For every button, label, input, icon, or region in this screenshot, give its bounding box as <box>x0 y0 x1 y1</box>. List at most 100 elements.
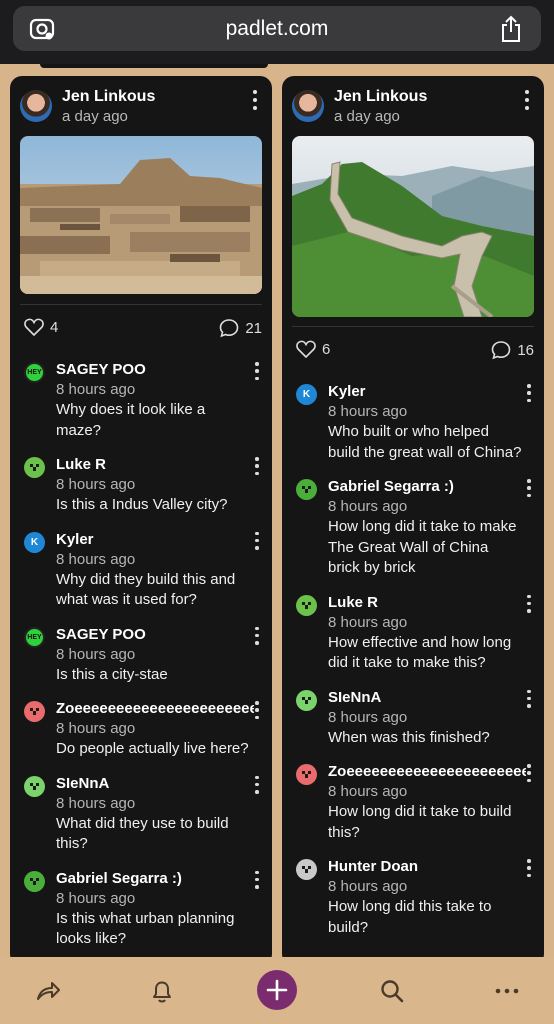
comment-item[interactable]: HEY SAGEY POO 8 hours ago Why does it look … <box>24 360 264 441</box>
commenter-avatar[interactable] <box>24 870 45 892</box>
comment-time: 8 hours ago <box>56 889 136 907</box>
address-bar[interactable]: padlet.com <box>13 6 541 51</box>
divider <box>20 304 262 305</box>
commenter-avatar[interactable]: K <box>24 531 45 553</box>
comment-text: When was this finished? <box>328 728 490 746</box>
share-icon[interactable] <box>34 977 62 1005</box>
comment-item[interactable]: Hunter Doan 8 hours ago How long did this … <box>296 857 536 938</box>
avatar[interactable] <box>292 90 324 122</box>
comment-text: Why does it look like a maze? <box>56 401 206 439</box>
commenter-name[interactable]: Zoeeeeeeeeeeeeeeeeeeeeee <box>328 762 526 782</box>
commenter-avatar[interactable]: K <box>296 384 317 405</box>
post-image-ruins[interactable] <box>20 136 262 294</box>
commenter-name[interactable]: SIeNnA <box>328 688 526 708</box>
comment-text: How long did it take to make The Great W… <box>328 518 517 576</box>
like-button[interactable]: 6 <box>296 340 330 358</box>
comment-menu-icon[interactable] <box>252 626 262 645</box>
comment-text: Who built or who helped build the great … <box>328 423 522 461</box>
comment-text: Do people actually live here? <box>56 740 249 757</box>
comment-text: Why did they build this and what was it … <box>56 570 236 609</box>
commenter-name[interactable]: Luke R <box>56 455 254 475</box>
more-icon[interactable] <box>493 977 521 1005</box>
comment-item[interactable]: Zoeeeeeeeeeeeeeeeeeeeeee 8 hours ago How l… <box>296 762 536 843</box>
commenter-name[interactable]: Gabriel Segarra :) <box>56 869 254 889</box>
comment-menu-icon[interactable] <box>524 859 534 877</box>
comment-item[interactable]: K Kyler 8 hours ago Why did they build this… <box>24 530 264 611</box>
comment-time: 8 hours ago <box>328 613 408 631</box>
commenter-avatar[interactable]: HEY <box>24 626 45 648</box>
post-card[interactable]: Jen Linkous a day ago 6 16 K Kyler 8 hou… <box>282 76 544 966</box>
comment-text: How long did it take to build this? <box>328 803 512 841</box>
comment-button[interactable]: 16 <box>491 340 534 360</box>
comment-time: 8 hours ago <box>328 708 408 726</box>
post-menu-icon[interactable] <box>520 88 534 112</box>
search-icon[interactable] <box>378 977 406 1005</box>
post-image-great-wall[interactable] <box>292 136 534 317</box>
share-icon[interactable] <box>499 15 523 43</box>
comment-menu-icon[interactable] <box>252 775 262 794</box>
bottom-toolbar <box>0 957 554 1024</box>
post-time: a day ago <box>62 108 128 125</box>
commenter-name[interactable]: Luke R <box>328 593 526 613</box>
post-author[interactable]: Jen Linkous <box>62 88 155 106</box>
comment-button[interactable]: 21 <box>219 318 262 338</box>
commenter-name[interactable]: Kyler <box>56 530 254 550</box>
comment-text: How long did this take to build? <box>328 898 492 936</box>
comment-item[interactable]: Luke R8 hours ago Is this a Indus Valley … <box>24 455 264 516</box>
comment-icon <box>492 341 511 360</box>
comment-item[interactable]: HEY SAGEY POO 8 hours ago Is this a city-st… <box>24 625 264 686</box>
post-header: Jen Linkous a day ago <box>20 88 262 128</box>
commenter-name[interactable]: SIeNnA <box>56 774 254 794</box>
comment-time: 8 hours ago <box>328 878 408 895</box>
like-count: 6 <box>322 340 331 358</box>
comment-item[interactable]: Zoeeeeeeeeeeeeeeeeeeeeee 8 hours ago Do pe… <box>24 699 264 760</box>
comment-item[interactable]: Luke R8 hours ago How effective and how l… <box>296 593 536 674</box>
post-author[interactable]: Jen Linkous <box>334 88 427 106</box>
commenter-name[interactable]: Zoeeeeeeeeeeeeeeeeeeeeee <box>56 699 254 719</box>
add-post-button[interactable] <box>257 970 297 1010</box>
commenter-name[interactable]: SAGEY POO <box>56 625 254 645</box>
post-card[interactable]: Jen Linkous a day ago 4 21 HEY SAGEY POO… <box>10 76 272 966</box>
avatar[interactable] <box>20 90 52 122</box>
comment-time: 8 hours ago <box>56 720 136 737</box>
commenter-name[interactable]: Hunter Doan <box>328 857 526 877</box>
commenter-avatar[interactable] <box>296 689 317 711</box>
commenter-avatar[interactable] <box>296 594 317 616</box>
comment-menu-icon[interactable] <box>524 594 534 613</box>
previous-post-edge <box>40 64 268 68</box>
url-text: padlet.com <box>225 17 329 40</box>
commenter-name[interactable]: SAGEY POO <box>56 360 254 380</box>
comment-item[interactable]: Gabriel Segarra :) 8 hours ago How long di… <box>296 477 536 579</box>
comment-menu-icon[interactable] <box>252 870 262 889</box>
commenter-avatar[interactable]: HEY <box>24 362 45 383</box>
bell-icon[interactable] <box>148 977 176 1005</box>
reactions-row: 6 16 <box>296 340 534 364</box>
comment-menu-icon[interactable] <box>252 531 262 550</box>
comment-item[interactable]: SIeNnA 8 hours ago What did they use to bu… <box>24 774 264 855</box>
commenter-avatar[interactable] <box>24 457 45 478</box>
commenter-name[interactable]: Kyler <box>328 382 526 402</box>
browser-toolbar: padlet.com <box>0 0 554 64</box>
comment-item[interactable]: K Kyler 8 hours ago Who built or who helped… <box>296 382 536 463</box>
comment-text: Is this what urban planning looks like? <box>56 909 235 948</box>
commenter-name[interactable]: Gabriel Segarra :) <box>328 477 526 497</box>
commenter-avatar[interactable] <box>296 859 317 880</box>
like-button[interactable]: 4 <box>24 318 58 336</box>
comment-time: 8 hours ago <box>56 476 136 493</box>
post-time: a day ago <box>334 108 400 125</box>
comment-menu-icon[interactable] <box>524 384 534 402</box>
comment-item[interactable]: Gabriel Segarra :) 8 hours ago Is this wha… <box>24 869 264 950</box>
commenter-avatar[interactable] <box>24 701 45 722</box>
commenter-avatar[interactable] <box>24 775 45 797</box>
post-menu-icon[interactable] <box>248 88 262 112</box>
comment-menu-icon[interactable] <box>252 701 262 719</box>
comment-menu-icon[interactable] <box>524 689 534 708</box>
commenter-avatar[interactable] <box>296 764 317 785</box>
heart-icon <box>296 340 316 358</box>
comment-menu-icon[interactable] <box>252 457 262 475</box>
comment-menu-icon[interactable] <box>524 479 534 497</box>
comment-item[interactable]: SIeNnA 8 hours ago When was this finished? <box>296 688 536 749</box>
comment-menu-icon[interactable] <box>252 362 262 380</box>
commenter-avatar[interactable] <box>296 479 317 500</box>
comment-menu-icon[interactable] <box>524 764 534 782</box>
